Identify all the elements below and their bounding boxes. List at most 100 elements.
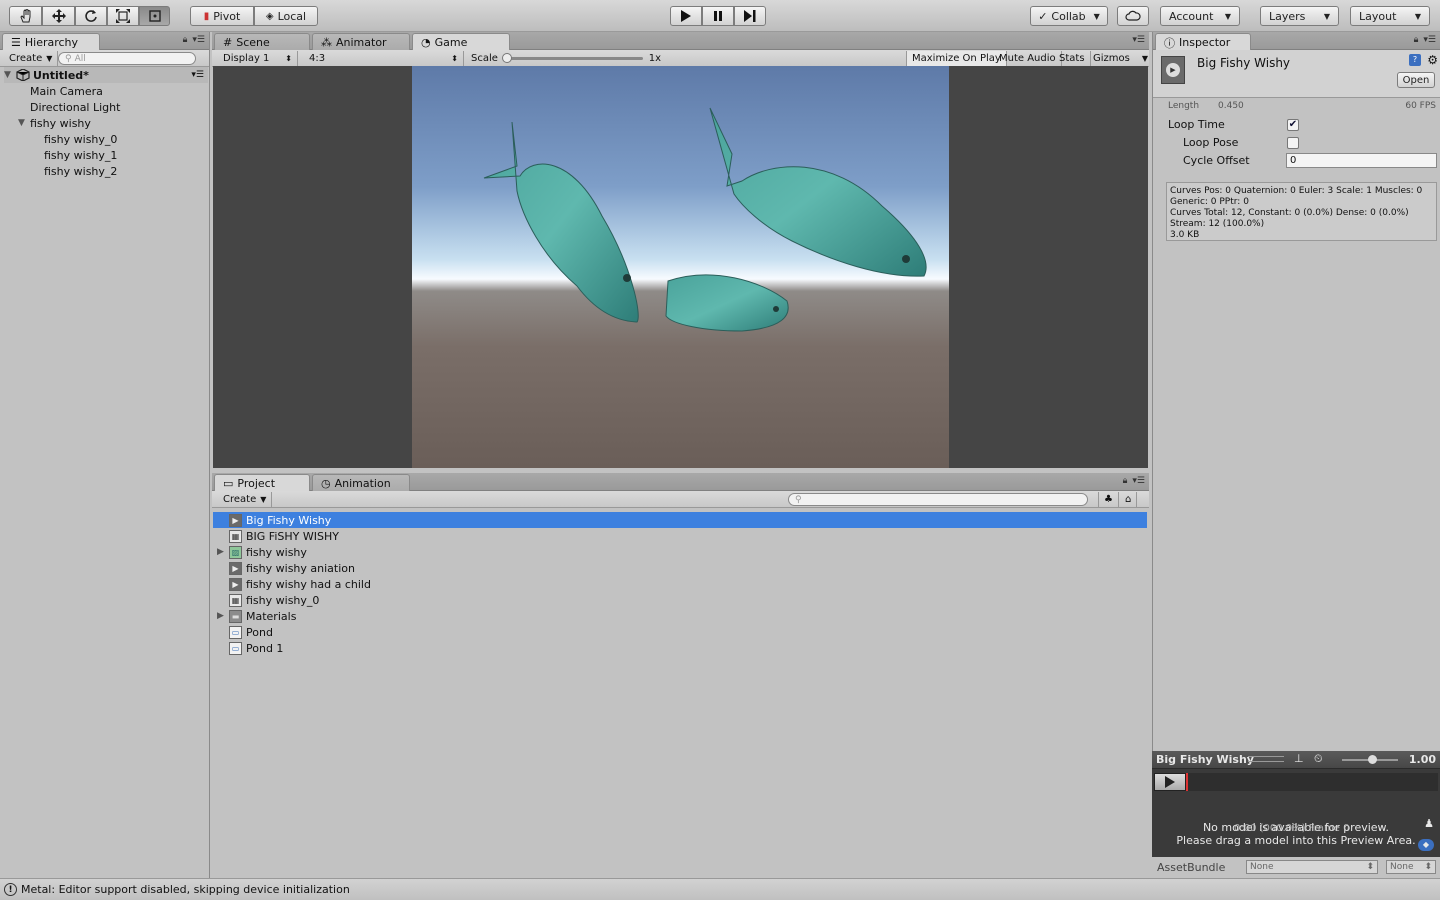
rect-tool-button[interactable] (139, 6, 170, 26)
step-button[interactable] (734, 6, 766, 26)
status-message[interactable]: Metal: Editor support disabled, skipping… (21, 883, 350, 896)
speed-slider-thumb[interactable] (1368, 755, 1377, 764)
scale-track[interactable] (501, 53, 643, 63)
info-line: Stream: 12 (100.0%) (1170, 219, 1265, 229)
mute-audio-toggle[interactable]: Mute Audio (994, 51, 1062, 66)
project-item-big-fishy-wishy[interactable]: ▦ BIG FiSHY WISHY (213, 528, 1147, 544)
project-item-big-fishy-wishy[interactable]: ▶ Big Fishy Wishy (213, 512, 1147, 528)
hierarchy-create-button[interactable]: Create ▼ (4, 51, 59, 66)
hierarchy-item-directional-light[interactable]: Directional Light (30, 99, 120, 115)
project-item-pond-1[interactable]: ▭ Pond 1 (213, 640, 1147, 656)
stats-toggle[interactable]: Stats (1054, 51, 1091, 66)
info-line: Curves Total: 12, Constant: 0 (0.0%) Den… (1170, 208, 1409, 218)
maximize-on-play-toggle[interactable]: Maximize On Play (906, 51, 1007, 66)
loop-pose-checkbox[interactable] (1287, 137, 1299, 149)
texture-icon: ▨ (229, 545, 242, 559)
list-icon: ☰ (11, 36, 21, 49)
panel-menu-icon[interactable]: ▾☰ (1132, 35, 1145, 45)
project-item-fishy-wishy-0[interactable]: ▦ fishy wishy_0 (213, 592, 1147, 608)
filter-by-label-button[interactable]: ⌂ (1120, 492, 1138, 507)
local-toggle[interactable]: ◈ Local (254, 6, 318, 26)
rotate-tool-button[interactable] (75, 6, 107, 26)
updown-arrow-icon: ⬍ (1366, 862, 1374, 872)
hierarchy-item-fishy-wishy-2[interactable]: fishy wishy_2 (44, 163, 117, 179)
open-button[interactable]: Open (1397, 72, 1435, 88)
scale-value: 1x (648, 53, 661, 64)
tab-project[interactable]: ▭ Project (214, 474, 310, 492)
project-item-fishy-wishy[interactable]: ▶ ▨ fishy wishy (213, 544, 1147, 560)
move-tool-button[interactable] (42, 6, 75, 26)
game-render-area (412, 66, 949, 468)
hierarchy-item-fishy-wishy-1[interactable]: fishy wishy_1 (44, 147, 117, 163)
tab-animator[interactable]: ⁂ Animator (312, 33, 410, 50)
filter-by-type-button[interactable]: ♣ (1098, 492, 1119, 507)
assetbundle-variant-dropdown[interactable]: None ⬍ (1386, 860, 1436, 874)
scale-slider[interactable]: Scale 1x (466, 51, 666, 66)
gear-icon[interactable]: ⚙ (1427, 53, 1438, 67)
pivot-label: Pivot (213, 9, 241, 23)
layers-dropdown[interactable]: Layers ▼ (1260, 6, 1339, 26)
expand-arrow-icon[interactable]: ▼ (4, 70, 14, 80)
project-item-materials[interactable]: ▶ ▬ Materials (213, 608, 1147, 624)
aspect-label: 4:3 (309, 53, 326, 64)
panel-menu-icon[interactable]: ▾☰ (1423, 35, 1436, 45)
lock-icon[interactable]: 🔒︎ (1414, 35, 1419, 45)
dropdown-arrow-icon: ▼ (46, 54, 53, 63)
project-item-label: fishy wishy had a child (246, 577, 371, 591)
project-item-pond[interactable]: ▭ Pond (213, 624, 1147, 640)
hierarchy-panel: ☰ Hierarchy 🔒︎ ▾☰ Create ▼ ⚲ All ▼ Untitle… (0, 32, 210, 878)
warning-icon[interactable]: ! (4, 883, 17, 896)
project-search-input[interactable]: ⚲ (788, 493, 1088, 506)
panel-menu-icon[interactable]: ▾☰ (1132, 476, 1145, 486)
scale-tool-button[interactable] (107, 6, 139, 26)
pivot-display-icon[interactable]: ⊥ (1294, 752, 1304, 765)
preview-timeline[interactable] (1186, 773, 1438, 791)
hierarchy-item-main-camera[interactable]: Main Camera (30, 83, 103, 99)
layout-dropdown[interactable]: Layout ▼ (1350, 6, 1430, 26)
cycle-offset-field[interactable]: 0 (1286, 153, 1437, 168)
dropdown-arrow-icon: ▼ (1141, 54, 1149, 63)
pause-button[interactable] (702, 6, 734, 26)
aspect-dropdown[interactable]: 4:3 ⬍ (304, 51, 464, 66)
project-item-fishy-wishy-aniation[interactable]: ▶ fishy wishy aniation (213, 560, 1147, 576)
collab-dropdown[interactable]: ✓ Collab ▼ (1030, 6, 1108, 26)
scene-menu-icon[interactable]: ▾☰ (191, 70, 204, 80)
preview-play-button[interactable] (1154, 773, 1186, 791)
tab-game[interactable]: ◔ Game (412, 33, 510, 51)
hierarchy-item-fishy-wishy-0[interactable]: fishy wishy_0 (44, 131, 117, 147)
display-dropdown[interactable]: Display 1 ⬍ (218, 51, 298, 66)
scale-thumb[interactable] (501, 53, 512, 63)
lock-icon[interactable]: 🔒︎ (1123, 476, 1128, 486)
expand-arrow-icon[interactable]: ▶ (217, 611, 227, 621)
prefab-icon: ▭ (229, 625, 242, 639)
project-item-label: fishy wishy (246, 545, 307, 559)
project-item-fishy-wishy-had-a-child[interactable]: ▶ fishy wishy had a child (213, 576, 1147, 592)
label-tag-icon[interactable]: ◆ (1418, 839, 1434, 851)
play-button[interactable] (670, 6, 702, 26)
project-create-button[interactable]: Create ▼ (218, 492, 273, 507)
hierarchy-item-fishy-wishy[interactable]: ▼ fishy wishy (18, 115, 91, 131)
tab-inspector[interactable]: ⓘ Inspector (1155, 33, 1251, 51)
help-icon[interactable]: ? (1409, 54, 1421, 66)
account-dropdown[interactable]: Account ▼ (1160, 6, 1240, 26)
game-view[interactable] (213, 66, 1148, 468)
assetbundle-dropdown[interactable]: None ⬍ (1246, 860, 1378, 874)
expand-arrow-icon[interactable]: ▶ (217, 547, 227, 557)
speed-icon[interactable]: ⏲ (1314, 752, 1323, 766)
panel-menu-icon[interactable]: ▾☰ (192, 35, 205, 45)
hand-tool-button[interactable] (9, 6, 42, 26)
hierarchy-search-input[interactable]: ⚲ All (58, 52, 196, 65)
tab-scene[interactable]: # Scene (214, 33, 310, 50)
lock-icon[interactable]: 🔒︎ (183, 35, 188, 45)
preview-title: Big Fishy Wishy (1156, 753, 1254, 766)
cloud-button[interactable] (1117, 6, 1149, 26)
loop-time-checkbox[interactable]: ✔ (1287, 119, 1299, 131)
preview-drag-handle[interactable] (1248, 756, 1284, 762)
expand-arrow-icon[interactable]: ▼ (18, 118, 28, 128)
pivot-toggle[interactable]: ▮ Pivot (190, 6, 254, 26)
scene-root-row[interactable]: ▼ Untitled* ▾☰ (4, 67, 208, 83)
gizmos-dropdown[interactable]: Gizmos ▼ (1088, 51, 1155, 66)
avatar-figure-icon[interactable]: ♟ (1424, 817, 1434, 830)
tab-animation[interactable]: ◷ Animation (312, 474, 410, 491)
tab-hierarchy[interactable]: ☰ Hierarchy (2, 33, 100, 51)
